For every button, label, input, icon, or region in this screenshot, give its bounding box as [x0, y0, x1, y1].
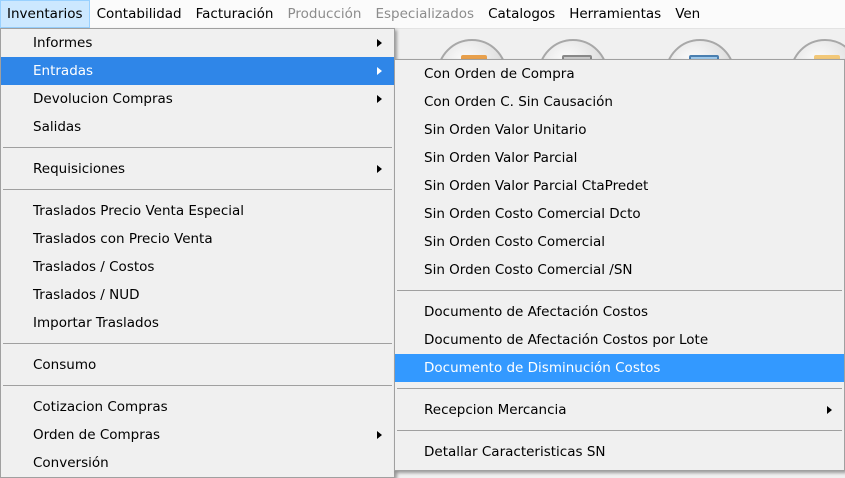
menu-item-traslados-precio-venta-especial[interactable]: Traslados Precio Venta Especial: [1, 197, 394, 225]
menu-item-label: Traslados / NUD: [33, 287, 140, 303]
menu-item-label: Sin Orden Costo Comercial: [424, 234, 605, 250]
menu-item-label: Documento de Disminución Costos: [424, 360, 661, 376]
menu-item-traslados-costos[interactable]: Traslados / Costos: [1, 253, 394, 281]
menu-item-label: Sin Orden Valor Parcial: [424, 150, 578, 166]
menu-item-devolucion-compras[interactable]: Devolucion Compras: [1, 85, 394, 113]
menu-herramientas[interactable]: Herramientas: [562, 0, 668, 28]
menu-item-label: Sin Orden Costo Comercial Dcto: [424, 206, 641, 222]
menu-separator: [3, 189, 392, 190]
submenu-arrow-icon: [377, 165, 382, 173]
submenu-item-sin-orden-costo-comercial-dcto[interactable]: Sin Orden Costo Comercial Dcto: [395, 200, 844, 228]
submenu-item-recepcion-mercancia[interactable]: Recepcion Mercancia: [395, 396, 844, 424]
menu-facturacion[interactable]: Facturación: [189, 0, 281, 28]
menu-item-label: Documento de Afectación Costos: [424, 304, 649, 320]
submenu-item-documento-afectacion-costos[interactable]: Documento de Afectación Costos: [395, 298, 844, 326]
menu-separator: [397, 388, 842, 389]
menu-item-label: Sin Orden Valor Unitario: [424, 122, 587, 138]
menu-item-label: Traslados Precio Venta Especial: [33, 203, 245, 219]
menu-item-label: Con Orden de Compra: [424, 66, 575, 82]
menu-ventas[interactable]: Ven: [668, 0, 707, 28]
menu-item-label: Documento de Afectación Costos por Lote: [424, 332, 709, 348]
menu-item-importar-traslados[interactable]: Importar Traslados: [1, 309, 394, 337]
menu-separator: [397, 290, 842, 291]
menu-item-consumo[interactable]: Consumo: [1, 351, 394, 379]
menu-item-entradas[interactable]: Entradas: [1, 57, 394, 85]
menu-item-label: Informes: [33, 35, 93, 51]
menu-item-label: Salidas: [33, 119, 82, 135]
menu-item-label: Recepcion Mercancia: [424, 402, 567, 418]
menu-item-informes[interactable]: Informes: [1, 29, 394, 57]
menu-item-label: Traslados / Costos: [33, 259, 155, 275]
menu-item-traslados-nud[interactable]: Traslados / NUD: [1, 281, 394, 309]
menu-item-label: Conversión: [33, 455, 109, 471]
menu-item-label: Requisiciones: [33, 161, 126, 177]
menu-item-label: Sin Orden Costo Comercial /SN: [424, 262, 633, 278]
menu-item-cotizacion-compras[interactable]: Cotizacion Compras: [1, 393, 394, 421]
submenu-item-sin-orden-costo-comercial-sn[interactable]: Sin Orden Costo Comercial /SN: [395, 256, 844, 284]
menu-item-label: Entradas: [33, 63, 94, 79]
menu-item-label: Sin Orden Valor Parcial CtaPredet: [424, 178, 649, 194]
menu-separator: [3, 343, 392, 344]
submenu-item-sin-orden-valor-unitario[interactable]: Sin Orden Valor Unitario: [395, 116, 844, 144]
menu-bar: Inventarios Contabilidad Facturación Pro…: [0, 0, 845, 29]
menu-separator: [397, 430, 842, 431]
menu-item-orden-de-compras[interactable]: Orden de Compras: [1, 421, 394, 449]
menu-item-label: Con Orden C. Sin Causación: [424, 94, 613, 110]
submenu-arrow-icon: [827, 406, 832, 414]
menu-item-label: Devolucion Compras: [33, 91, 173, 107]
menu-item-label: Cotizacion Compras: [33, 399, 168, 415]
menu-item-requisiciones[interactable]: Requisiciones: [1, 155, 394, 183]
menu-item-salidas[interactable]: Salidas: [1, 113, 394, 141]
submenu-arrow-icon: [377, 67, 382, 75]
menu-item-label: Orden de Compras: [33, 427, 161, 443]
menu-item-traslados-con-precio-venta[interactable]: Traslados con Precio Venta: [1, 225, 394, 253]
menu-catalogos[interactable]: Catalogos: [481, 0, 562, 28]
inventarios-menu: Informes Entradas Devolucion Compras Sal…: [0, 28, 395, 478]
submenu-arrow-icon: [377, 95, 382, 103]
submenu-arrow-icon: [377, 431, 382, 439]
submenu-item-con-orden-de-compra[interactable]: Con Orden de Compra: [395, 60, 844, 88]
menu-item-label: Consumo: [33, 357, 97, 373]
submenu-item-documento-afectacion-costos-por-lote[interactable]: Documento de Afectación Costos por Lote: [395, 326, 844, 354]
menu-contabilidad[interactable]: Contabilidad: [90, 0, 189, 28]
menu-item-label: Detallar Caracteristicas SN: [424, 444, 606, 460]
menu-separator: [3, 147, 392, 148]
submenu-item-sin-orden-valor-parcial-ctapredet[interactable]: Sin Orden Valor Parcial CtaPredet: [395, 172, 844, 200]
menu-item-label: Importar Traslados: [33, 315, 159, 331]
submenu-item-sin-orden-costo-comercial[interactable]: Sin Orden Costo Comercial: [395, 228, 844, 256]
menu-separator: [3, 385, 392, 386]
submenu-item-sin-orden-valor-parcial[interactable]: Sin Orden Valor Parcial: [395, 144, 844, 172]
submenu-item-detallar-caracteristicas-sn[interactable]: Detallar Caracteristicas SN: [395, 438, 844, 466]
submenu-item-documento-disminucion-costos[interactable]: Documento de Disminución Costos: [395, 354, 844, 382]
menu-item-label: Traslados con Precio Venta: [33, 231, 213, 247]
menu-produccion[interactable]: Producción: [281, 0, 369, 28]
menu-inventarios[interactable]: Inventarios: [0, 0, 90, 28]
entradas-submenu: Con Orden de Compra Con Orden C. Sin Cau…: [394, 59, 845, 471]
submenu-arrow-icon: [377, 39, 382, 47]
menu-especializados[interactable]: Especializados: [368, 0, 481, 28]
submenu-item-con-orden-sin-causacion[interactable]: Con Orden C. Sin Causación: [395, 88, 844, 116]
menu-item-conversion[interactable]: Conversión: [1, 449, 394, 477]
